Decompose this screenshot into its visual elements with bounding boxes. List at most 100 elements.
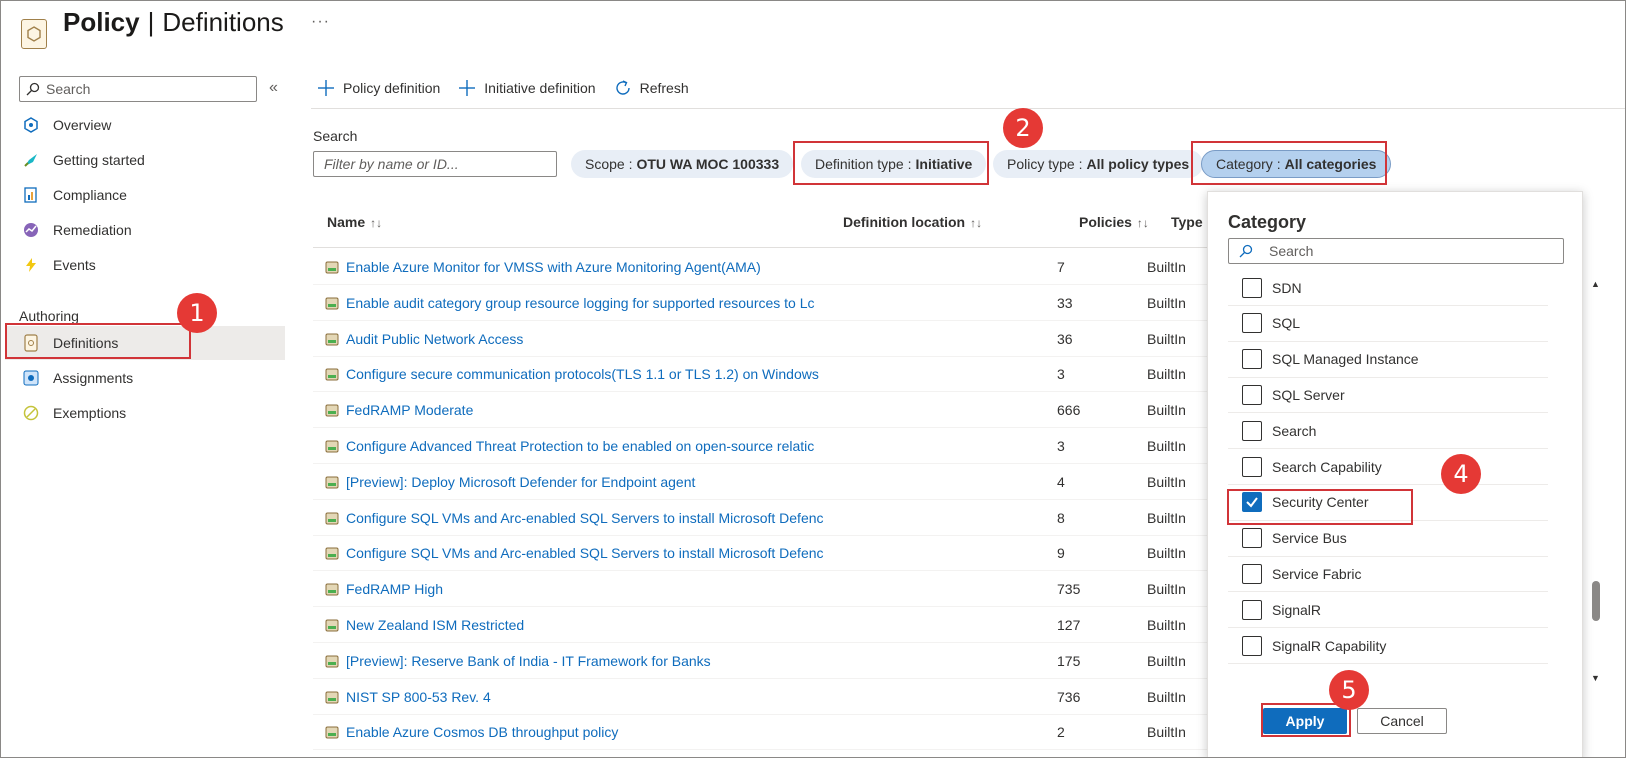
scroll-up-arrow-icon[interactable]: ▲: [1591, 279, 1600, 289]
scroll-down-arrow-icon[interactable]: ▼: [1591, 673, 1600, 683]
table-row[interactable]: New Zealand ISM Restricted 127 BuiltIn: [313, 608, 1207, 643]
definition-type: BuiltIn: [1147, 581, 1186, 598]
initiative-icon: [325, 726, 339, 739]
definition-name-link[interactable]: Enable Azure Monitor for VMSS with Azure…: [325, 259, 825, 275]
policies-count: 735: [1057, 581, 1081, 598]
definition-type: BuiltIn: [1147, 402, 1186, 419]
category-search-input[interactable]: Search: [1228, 238, 1564, 264]
sidebar-item-exemptions[interactable]: Exemptions: [15, 396, 295, 430]
table-row[interactable]: Enable Azure Cosmos DB throughput policy…: [313, 715, 1207, 751]
checkbox[interactable]: [1242, 384, 1262, 405]
table-row[interactable]: Configure SQL VMs and Arc-enabled SQL Se…: [313, 536, 1207, 572]
checkbox[interactable]: [1242, 528, 1262, 549]
table-row[interactable]: [Preview]: Deploy Microsoft Defender for…: [313, 465, 1207, 500]
category-filter-pill[interactable]: Category : All categories: [1201, 150, 1392, 178]
apply-button[interactable]: Apply: [1263, 708, 1347, 734]
table-row[interactable]: FedRAMP High 735 BuiltIn: [313, 572, 1207, 608]
search-icon: [26, 82, 40, 96]
definition-name-link[interactable]: Enable audit category group resource log…: [325, 295, 825, 311]
nav-search-input[interactable]: Search: [19, 76, 257, 102]
initiative-icon: [325, 512, 339, 525]
add-initiative-definition-button[interactable]: Initiative definition: [458, 75, 596, 101]
definition-name-link[interactable]: Audit Public Network Access: [325, 331, 825, 347]
table-row[interactable]: Configure Advanced Threat Protection to …: [313, 429, 1207, 464]
definition-name-link[interactable]: Configure Advanced Threat Protection to …: [325, 438, 825, 454]
table-row[interactable]: Configure SQL VMs and Arc-enabled SQL Se…: [313, 501, 1207, 536]
table-row[interactable]: [Preview]: Reserve Bank of India - IT Fr…: [313, 644, 1207, 679]
initiative-icon: [325, 547, 339, 560]
sidebar-item-overview[interactable]: Overview: [15, 108, 295, 142]
category-option[interactable]: Site Recovery: [1228, 664, 1548, 670]
search-icon: [1239, 244, 1253, 258]
add-policy-definition-button[interactable]: Policy definition: [317, 75, 440, 101]
table-row[interactable]: Enable Azure Monitor for VMSS with Azure…: [313, 250, 1207, 285]
initiative-icon: [325, 297, 339, 310]
checkbox[interactable]: [1242, 277, 1262, 298]
category-option[interactable]: Service Bus: [1228, 521, 1548, 557]
checkbox[interactable]: [1242, 563, 1262, 584]
definition-type: BuiltIn: [1147, 438, 1186, 454]
category-option[interactable]: SQL: [1228, 306, 1548, 342]
checkbox[interactable]: [1242, 349, 1262, 370]
definition-name-link[interactable]: Enable Azure Cosmos DB throughput policy: [325, 724, 825, 740]
command-bar: Policy definition Initiative definition …: [317, 75, 689, 101]
collapse-sidebar-button[interactable]: «: [269, 79, 278, 97]
checkbox[interactable]: [1242, 635, 1262, 656]
table-row[interactable]: NIST SP 800-53 Rev. 4 736 BuiltIn: [313, 680, 1207, 715]
scope-filter-pill[interactable]: Scope : OTU WA MOC 100333: [571, 150, 794, 178]
initiative-icon: [325, 261, 339, 274]
refresh-button[interactable]: Refresh: [614, 75, 689, 101]
definition-name-link[interactable]: [Preview]: Deploy Microsoft Defender for…: [325, 474, 825, 490]
checkbox[interactable]: [1242, 313, 1262, 334]
initiative-icon: [325, 583, 339, 596]
definitions-icon: [21, 333, 41, 353]
sidebar-item-compliance[interactable]: Compliance: [15, 178, 295, 212]
checkbox[interactable]: [1242, 456, 1262, 477]
definition-type-filter-pill[interactable]: Definition type : Initiative: [801, 150, 987, 178]
sort-icon: ↑↓: [970, 216, 983, 230]
definition-name-link[interactable]: Configure SQL VMs and Arc-enabled SQL Se…: [325, 545, 825, 561]
category-option[interactable]: Search: [1228, 413, 1548, 450]
policies-count: 736: [1057, 688, 1081, 705]
sidebar-item-getting-started[interactable]: Getting started: [15, 143, 295, 177]
category-option[interactable]: SignalR Capability: [1228, 628, 1548, 664]
definition-type: BuiltIn: [1147, 688, 1186, 705]
more-options-button[interactable]: ···: [311, 13, 330, 31]
definition-name-link[interactable]: NIST SP 800-53 Rev. 4: [325, 689, 825, 705]
column-header-policies[interactable]: Policies ↑↓: [1079, 214, 1149, 230]
table-row[interactable]: Enable audit category group resource log…: [313, 286, 1207, 321]
definition-type: BuiltIn: [1147, 617, 1186, 633]
checkbox[interactable]: [1242, 420, 1262, 441]
definition-name-link[interactable]: [Preview]: Reserve Bank of India - IT Fr…: [325, 653, 825, 669]
definition-name-link[interactable]: FedRAMP High: [325, 581, 825, 597]
checkbox[interactable]: [1242, 492, 1262, 513]
category-option[interactable]: SQL Server: [1228, 377, 1548, 414]
sidebar-item-remediation[interactable]: Remediation: [15, 213, 295, 247]
sidebar-item-events[interactable]: Events: [15, 248, 295, 282]
category-option[interactable]: SDN: [1228, 270, 1548, 306]
sidebar-item-assignments[interactable]: Assignments: [15, 361, 295, 395]
definition-name-link[interactable]: FedRAMP Moderate: [325, 402, 825, 418]
column-header-definition-location[interactable]: Definition location ↑↓: [843, 214, 982, 230]
table-row[interactable]: Configure secure communication protocols…: [313, 357, 1207, 393]
table-row[interactable]: Audit Public Network Access 36 BuiltIn: [313, 322, 1207, 357]
checkbox[interactable]: [1242, 599, 1262, 620]
category-option[interactable]: SQL Managed Instance: [1228, 342, 1548, 378]
sidebar-item-definitions[interactable]: Definitions: [5, 326, 285, 360]
table-row[interactable]: FedRAMP Moderate 666 BuiltIn: [313, 393, 1207, 429]
definition-name-link[interactable]: New Zealand ISM Restricted: [325, 617, 825, 633]
scrollbar-thumb[interactable]: [1592, 581, 1600, 621]
cancel-button[interactable]: Cancel: [1357, 708, 1447, 734]
definition-name-link[interactable]: Configure SQL VMs and Arc-enabled SQL Se…: [325, 510, 825, 526]
definition-type: BuiltIn: [1147, 259, 1186, 275]
category-option[interactable]: Service Fabric: [1228, 556, 1548, 593]
category-option[interactable]: Search Capability: [1228, 449, 1548, 485]
initiative-icon: [325, 368, 339, 381]
refresh-icon: [615, 80, 630, 95]
filter-by-name-input[interactable]: Filter by name or ID...: [313, 151, 557, 177]
category-option[interactable]: SignalR: [1228, 592, 1548, 629]
policy-type-filter-pill[interactable]: Policy type : All policy types: [993, 150, 1204, 178]
column-header-name[interactable]: Name ↑↓: [327, 214, 382, 230]
category-option[interactable]: Security Center: [1228, 485, 1548, 521]
definition-name-link[interactable]: Configure secure communication protocols…: [325, 366, 825, 382]
